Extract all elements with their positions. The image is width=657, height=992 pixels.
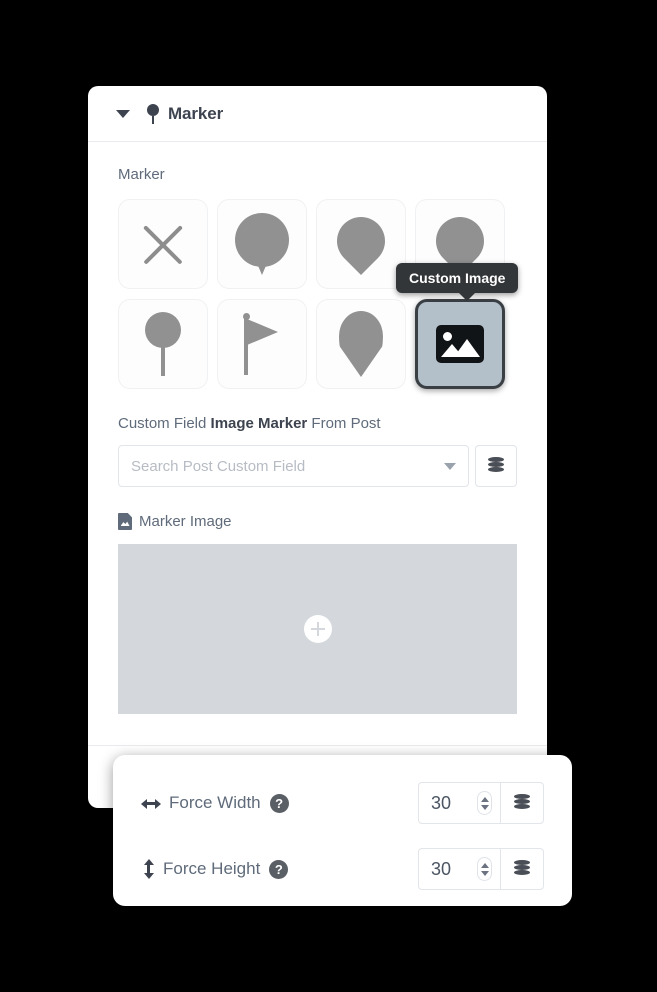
arrows-vertical-icon (141, 859, 155, 879)
marker-option-flag[interactable] (217, 299, 307, 389)
force-height-row: Force Height ? 30 (141, 843, 544, 895)
spinner-updown-icon[interactable] (477, 791, 492, 815)
question-mark-icon[interactable]: ? (269, 793, 289, 813)
marker-section-label: Marker (118, 166, 165, 183)
caret-down-icon[interactable] (444, 462, 456, 470)
force-height-dynamic-button[interactable] (500, 848, 544, 890)
force-height-value: 30 (431, 858, 452, 879)
custom-field-placeholder: Search Post Custom Field (131, 457, 306, 475)
question-mark-icon[interactable]: ? (269, 859, 289, 879)
force-width-value: 30 (431, 792, 452, 813)
x-cross-icon (137, 218, 189, 270)
long-teardrop-icon (339, 311, 383, 377)
dynamic-data-button[interactable] (475, 445, 517, 487)
marker-option-custom-image[interactable] (415, 299, 505, 389)
screen: Marker Marker Custom Field Image Marker … (0, 0, 657, 992)
balloon-marker-icon (235, 213, 289, 275)
force-width-label: Force Width (169, 793, 261, 812)
force-width-input[interactable]: 30 (418, 782, 500, 824)
force-height-label-group: Force Height ? (141, 859, 289, 879)
chevron-down-icon[interactable] (116, 109, 130, 118)
force-width-dynamic-button[interactable] (500, 782, 544, 824)
flag-marker-icon (240, 313, 284, 375)
force-width-label-group: Force Width ? (141, 793, 289, 813)
database-stack-icon (488, 457, 504, 475)
marker-option-none[interactable] (118, 199, 208, 289)
marker-image-label: Marker Image (139, 513, 232, 530)
force-height-label: Force Height (163, 859, 261, 878)
spinner-updown-icon[interactable] (477, 857, 492, 881)
plus-circle-icon[interactable] (303, 615, 332, 643)
force-size-panel: Force Width ? 30 Force Height ? 30 (113, 755, 572, 906)
custom-field-label-suffix: From Post (307, 415, 381, 432)
arrows-horizontal-icon (141, 796, 161, 810)
teardrop-pin-icon (327, 207, 395, 275)
panel-divider (88, 745, 547, 746)
marker-image-label-row: Marker Image (118, 513, 517, 530)
panel-body: Marker Custom Field Image Marker From Po… (88, 142, 547, 714)
database-stack-icon (514, 794, 530, 812)
marker-option-long-teardrop[interactable] (316, 299, 406, 389)
custom-field-label: Custom Field Image Marker From Post (118, 415, 517, 432)
custom-field-label-strong: Image Marker (210, 415, 308, 432)
map-pin-icon (146, 103, 160, 124)
lollipop-pin-icon (141, 312, 185, 376)
force-width-input-group: 30 (418, 782, 544, 824)
force-height-input-group: 30 (418, 848, 544, 890)
custom-field-label-prefix: Custom Field (118, 415, 211, 432)
marker-option-lollipop[interactable] (118, 299, 208, 389)
force-height-input[interactable]: 30 (418, 848, 500, 890)
database-stack-icon (514, 860, 530, 878)
marker-option-teardrop[interactable] (316, 199, 406, 289)
panel-header[interactable]: Marker (88, 86, 547, 142)
marker-settings-panel: Marker Marker Custom Field Image Marker … (88, 86, 547, 808)
page-title: Marker (168, 103, 224, 123)
custom-field-row: Search Post Custom Field (118, 445, 517, 487)
file-image-icon (118, 513, 132, 530)
image-icon (436, 325, 484, 363)
force-width-row: Force Width ? 30 (141, 777, 544, 829)
custom-field-select[interactable]: Search Post Custom Field (118, 445, 469, 487)
tooltip-custom-image: Custom Image (396, 263, 519, 301)
marker-image-dropzone[interactable] (118, 544, 517, 714)
marker-option-balloon[interactable] (217, 199, 307, 289)
